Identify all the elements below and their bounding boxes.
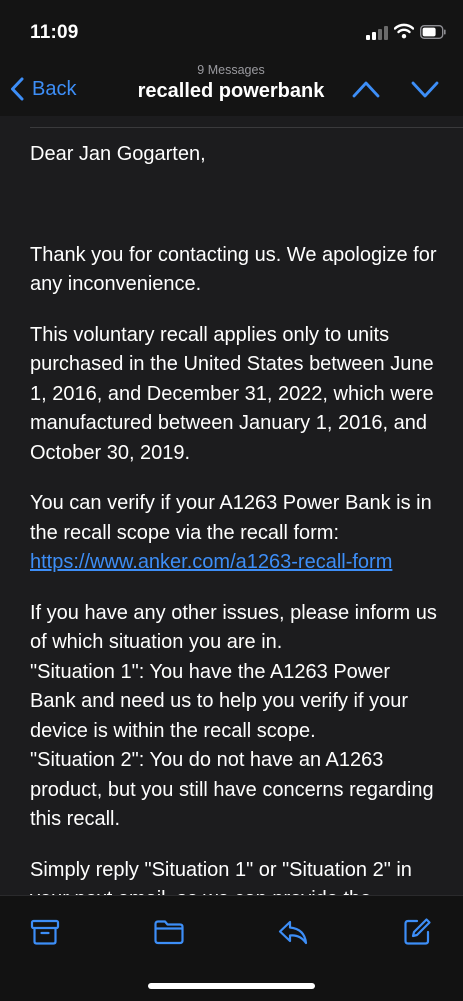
chevron-down-icon[interactable] [410, 78, 440, 100]
paragraph-recall-scope: This voluntary recall applies only to un… [30, 323, 434, 464]
nav-bar: Back 9 Messages recalled powerbank [0, 60, 463, 116]
home-indicator[interactable] [148, 983, 315, 989]
paragraph-apology: Thank you for contacting us. We apologiz… [30, 243, 437, 296]
folder-icon[interactable] [153, 916, 185, 948]
situation-1: "Situation 1": You have the A1263 Power … [30, 660, 409, 742]
greeting: Dear Jan Gogarten, [30, 143, 206, 165]
battery-icon [420, 25, 446, 39]
thread-title: recalled powerbank [137, 80, 325, 102]
chevron-left-icon [11, 77, 24, 101]
status-time: 11:09 [30, 22, 79, 43]
paragraph-verify: You can verify if your A1263 Power Bank … [30, 489, 438, 578]
back-button[interactable]: Back [10, 76, 76, 102]
header-divider [30, 127, 463, 128]
verify-text: You can verify if your A1263 Power Bank … [30, 492, 432, 544]
reply-icon[interactable] [277, 916, 309, 948]
cellular-signal-icon [366, 26, 388, 40]
message-count: 9 Messages [197, 63, 265, 77]
nav-title-group: 9 Messages recalled powerbank [112, 62, 350, 103]
paragraph-situations: If you have any other issues, please inf… [30, 599, 438, 835]
situation-2: "Situation 2": You do not have an A1263 … [30, 749, 434, 830]
status-bar: 11:09 [0, 0, 463, 60]
compose-icon[interactable] [401, 916, 433, 948]
recall-form-link[interactable]: https://www.anker.com/a1263-recall-form [30, 551, 392, 573]
wifi-icon [394, 23, 414, 39]
chevron-up-icon[interactable] [351, 78, 381, 100]
back-label: Back [32, 77, 77, 100]
email-body: Dear Jan Gogarten, Thank you for contact… [30, 140, 438, 936]
issues-intro: If you have any other issues, please inf… [30, 601, 437, 654]
archive-icon[interactable] [29, 916, 61, 948]
